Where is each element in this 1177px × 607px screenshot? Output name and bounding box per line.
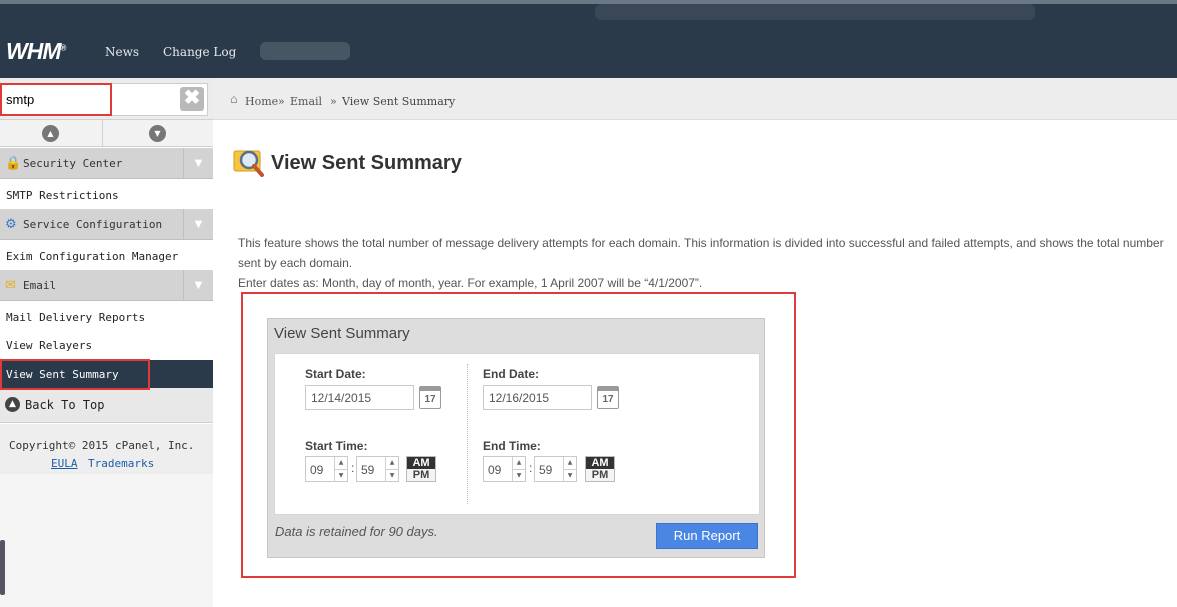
sidebar-item-smtp-restrictions[interactable]: SMTP Restrictions: [6, 189, 119, 202]
chevron-up-icon: ▲: [567, 459, 573, 466]
copyright-text: Copyright© 2015 cPanel, Inc.: [9, 439, 195, 452]
category-email[interactable]: ✉ Email ▼: [0, 270, 213, 301]
sidebar-empty-area: [0, 474, 213, 607]
time-separator: :: [351, 461, 355, 475]
chevron-down-icon: ▼: [513, 469, 525, 481]
chevron-down-icon: ▼: [386, 469, 398, 481]
gear-icon: ⚙: [5, 217, 17, 232]
form-title: View Sent Summary: [274, 325, 410, 342]
end-hour-stepper[interactable]: 09 ▲ ▼: [483, 456, 526, 482]
sidebar-item-view-relayers[interactable]: View Relayers: [6, 339, 92, 352]
form-fields: Start Date: 17 End Date: 17 Start Time: …: [274, 353, 760, 515]
category-security-center[interactable]: 🔒 Security Center ▼: [0, 148, 213, 179]
am-option[interactable]: AM: [586, 457, 614, 469]
time-separator: :: [529, 461, 533, 475]
pm-option[interactable]: PM: [586, 469, 614, 481]
back-to-top-button[interactable]: ▲ Back To Top: [0, 388, 213, 423]
copyright-block: Copyright© 2015 cPanel, Inc. EULA Tradem…: [0, 424, 213, 474]
breadcrumb-separator: »: [278, 95, 285, 108]
chevron-down-icon: ▼: [564, 469, 576, 481]
start-date-label: Start Date:: [305, 367, 366, 381]
lock-icon: 🔒: [5, 156, 22, 171]
arrow-down-icon: ▼: [149, 125, 166, 142]
trademarks-link[interactable]: Trademarks: [88, 457, 154, 470]
category-service-configuration[interactable]: ⚙ Service Configuration ▼: [0, 209, 213, 240]
sidebar-item-view-sent-summary[interactable]: View Sent Summary: [0, 360, 213, 388]
chevron-down-icon[interactable]: ▼: [183, 209, 213, 240]
end-time-label: End Time:: [483, 439, 541, 453]
expand-collapse-row: ▲ ▼: [0, 120, 213, 147]
sidebar: ✖ ▲ ▼ 🔒 Security Center ▼ SMTP Restricti…: [0, 78, 213, 607]
redacted-area: [595, 4, 1035, 20]
redacted-nav-item: [260, 42, 350, 60]
end-ampm-toggle[interactable]: AM PM: [585, 456, 615, 482]
collapse-all-button[interactable]: ▼: [104, 120, 213, 147]
scrollbar-handle[interactable]: [0, 540, 5, 595]
date-format-hint: Enter dates as: Month, day of month, yea…: [238, 276, 703, 290]
sidebar-item-label: View Sent Summary: [6, 368, 119, 381]
retention-note: Data is retained for 90 days.: [275, 524, 438, 539]
search-row: ✖: [0, 78, 213, 120]
chevron-up-icon: ▲: [389, 459, 395, 466]
calendar-icon[interactable]: 17: [419, 386, 441, 409]
breadcrumb-home[interactable]: Home: [245, 95, 278, 108]
run-report-button[interactable]: Run Report: [656, 523, 758, 549]
am-option[interactable]: AM: [407, 457, 435, 469]
breadcrumb-current: View Sent Summary: [342, 95, 456, 108]
search-input[interactable]: [1, 83, 208, 116]
envelope-icon: ✉: [5, 278, 16, 293]
sidebar-item-exim-configuration[interactable]: Exim Configuration Manager: [6, 250, 178, 263]
calendar-icon[interactable]: 17: [597, 386, 619, 409]
eula-link[interactable]: EULA: [51, 457, 78, 470]
view-sent-summary-form: View Sent Summary Start Date: 17 End Dat…: [267, 318, 765, 558]
breadcrumb-email[interactable]: Email: [290, 95, 322, 108]
expand-all-button[interactable]: ▲: [0, 120, 103, 147]
chevron-up-icon: ▲: [516, 459, 522, 466]
whm-logo[interactable]: WHM®: [6, 38, 66, 65]
back-to-top-label: Back To Top: [25, 398, 105, 412]
sidebar-item-mail-delivery-reports[interactable]: Mail Delivery Reports: [6, 311, 145, 324]
chevron-down-icon[interactable]: ▼: [183, 148, 213, 179]
pm-option[interactable]: PM: [407, 469, 435, 481]
end-minute-stepper[interactable]: 59 ▲ ▼: [534, 456, 577, 482]
column-divider: [467, 364, 468, 504]
category-label: Email: [23, 279, 57, 292]
breadcrumb: ⌂ Home » Email » View Sent Summary: [213, 78, 1177, 120]
start-minute-stepper[interactable]: 59 ▲ ▼: [356, 456, 399, 482]
home-icon[interactable]: ⌂: [230, 93, 242, 105]
nav-news[interactable]: News: [105, 45, 139, 59]
category-label: Service Configuration: [23, 218, 163, 231]
chevron-up-icon: ▲: [338, 459, 344, 466]
start-hour-stepper[interactable]: 09 ▲ ▼: [305, 456, 348, 482]
end-date-label: End Date:: [483, 367, 540, 381]
magnifier-icon: [233, 150, 264, 177]
start-time-label: Start Time:: [305, 439, 368, 453]
chevron-down-icon: ▼: [335, 469, 347, 481]
end-date-input[interactable]: [483, 385, 592, 410]
start-ampm-toggle[interactable]: AM PM: [406, 456, 436, 482]
start-date-input[interactable]: [305, 385, 414, 410]
clear-search-icon[interactable]: ✖: [180, 87, 204, 111]
description-line-1: This feature shows the total number of m…: [238, 236, 1164, 250]
page-title: View Sent Summary: [271, 152, 462, 174]
arrow-up-circle-icon: ▲: [5, 397, 20, 412]
category-label: Security Center: [23, 157, 123, 170]
nav-change-log[interactable]: Change Log: [163, 45, 236, 59]
chevron-down-icon[interactable]: ▼: [183, 270, 213, 301]
top-bar: WHM® News Change Log: [0, 0, 1177, 78]
breadcrumb-separator: »: [330, 95, 337, 108]
arrow-up-icon: ▲: [42, 125, 59, 142]
description-line-2: sent by each domain.: [238, 256, 353, 270]
